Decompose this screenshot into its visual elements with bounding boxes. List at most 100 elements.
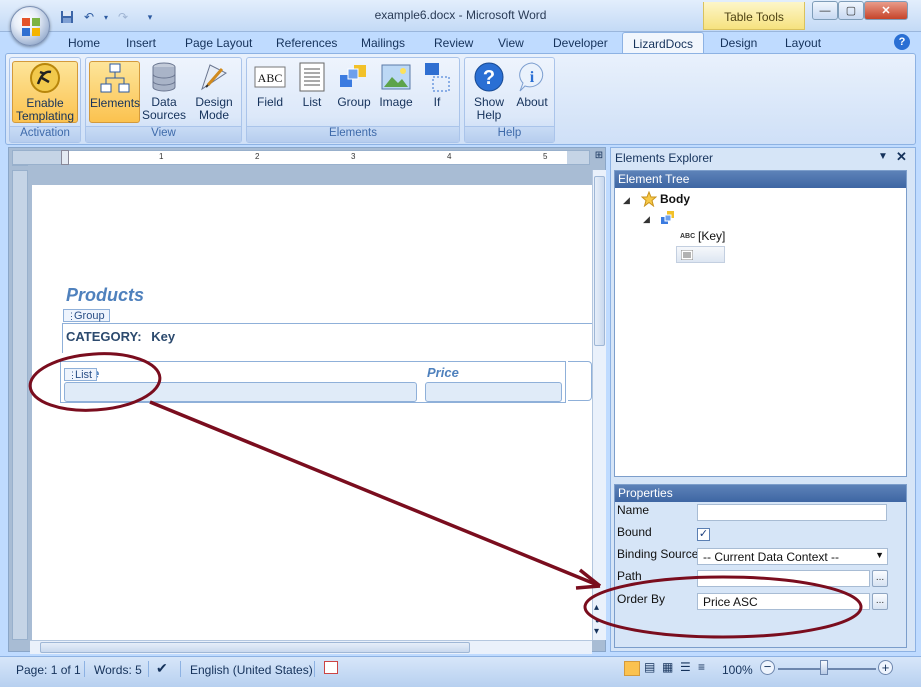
- document-page[interactable]: Products Group CATEGORY: Key e Price Lis…: [32, 185, 594, 640]
- print-layout-icon[interactable]: [624, 661, 640, 676]
- price-column-header: Price: [427, 365, 459, 380]
- group-label-view: View: [86, 126, 241, 142]
- if-icon: [421, 61, 453, 93]
- proofing-icon[interactable]: ✔: [156, 660, 168, 677]
- tab-page-layout[interactable]: Page Layout: [185, 36, 252, 50]
- tab-review[interactable]: Review: [434, 36, 473, 50]
- tab-view[interactable]: View: [498, 36, 524, 50]
- price-field-placeholder[interactable]: [425, 382, 562, 402]
- panel-title-bar: Elements Explorer ▼ ✕: [612, 149, 914, 167]
- tab-references[interactable]: References: [276, 36, 337, 50]
- ruler-number: 1: [159, 152, 164, 161]
- enable-templating-line2: Templating: [15, 109, 75, 123]
- order-by-browse-button[interactable]: ...: [872, 593, 888, 610]
- prev-page-icon[interactable]: ▴: [594, 602, 599, 613]
- path-browse-button[interactable]: ...: [872, 570, 888, 587]
- indent-marker[interactable]: [61, 150, 69, 165]
- image-icon: [380, 61, 412, 93]
- language[interactable]: English (United States): [190, 663, 313, 677]
- tab-developer[interactable]: Developer: [553, 36, 608, 50]
- tree-node-body[interactable]: Body: [660, 192, 690, 206]
- ruler-number: 3: [351, 152, 356, 161]
- vertical-ruler[interactable]: [12, 170, 28, 640]
- tree-node-key[interactable]: [Key]: [698, 229, 725, 243]
- group-label-elements: Elements: [247, 126, 459, 142]
- minimize-button[interactable]: —: [812, 1, 838, 20]
- right-margin: [567, 151, 589, 164]
- binding-source-select[interactable]: -- Current Data Context -- ▼: [697, 548, 888, 565]
- field-abc-icon: ABC: [254, 61, 286, 93]
- tab-mailings[interactable]: Mailings: [361, 36, 405, 50]
- status-bar: Page: 1 of 1 Words: 5 ✔ English (United …: [0, 656, 921, 687]
- close-button[interactable]: ✕: [864, 1, 908, 20]
- horizontal-ruler[interactable]: 1 2 3 4 5: [12, 150, 590, 165]
- group-elements: ABC Field List Group Image If Elements: [246, 57, 460, 143]
- expand-group-icon[interactable]: ◢: [643, 214, 650, 225]
- group-help: ? Show Help i About Help: [464, 57, 555, 143]
- show-help-line2: Help: [476, 108, 502, 122]
- full-screen-icon[interactable]: ▤: [644, 660, 655, 674]
- list-tag[interactable]: List: [64, 368, 98, 381]
- view-ruler-icon[interactable]: ⊞: [592, 150, 606, 166]
- panel-title: Elements Explorer: [615, 151, 714, 165]
- panel-close-icon[interactable]: ✕: [896, 149, 907, 165]
- if-button[interactable]: If: [418, 61, 456, 123]
- tab-home[interactable]: Home: [68, 36, 100, 50]
- field-label: Field: [256, 95, 283, 109]
- list-button[interactable]: List: [292, 61, 332, 123]
- lizard-icon: [29, 62, 61, 94]
- order-by-input[interactable]: Price ASC: [697, 593, 870, 610]
- tab-design[interactable]: Design: [720, 36, 757, 50]
- scroll-thumb[interactable]: [594, 176, 605, 346]
- vertical-scrollbar[interactable]: ▴ ● ▾: [592, 170, 606, 640]
- web-layout-icon[interactable]: ▦: [662, 660, 673, 674]
- name-field-placeholder[interactable]: [64, 382, 417, 402]
- help-icon[interactable]: ?: [894, 34, 910, 50]
- page-count[interactable]: Page: 1 of 1: [16, 663, 81, 677]
- draft-icon[interactable]: ≡: [698, 660, 705, 674]
- browse-object-icon[interactable]: ●: [595, 616, 600, 625]
- data-sources-button[interactable]: Data Sources: [142, 61, 186, 123]
- word-count[interactable]: Words: 5: [94, 663, 142, 677]
- category-line: CATEGORY: Key: [66, 329, 175, 344]
- maximize-button[interactable]: ▢: [838, 1, 864, 20]
- ribbon: Enable Templating Activation Elements Da…: [5, 53, 916, 145]
- macro-record-icon[interactable]: [324, 661, 338, 674]
- group-button[interactable]: Group: [334, 61, 374, 123]
- path-input[interactable]: [697, 570, 870, 587]
- group-tag[interactable]: Group: [63, 309, 110, 322]
- tab-layout[interactable]: Layout: [785, 36, 821, 50]
- outline-icon[interactable]: ☰: [680, 660, 691, 674]
- enable-templating-button[interactable]: Enable Templating: [12, 61, 78, 123]
- field-button[interactable]: ABC Field: [250, 61, 290, 123]
- ribbon-tabs: Home Insert Page Layout References Maili…: [0, 32, 921, 55]
- expand-body-icon[interactable]: ◢: [623, 195, 630, 206]
- database-icon: [148, 61, 180, 93]
- list-icon: [296, 61, 328, 93]
- elements-tree-icon: [99, 62, 131, 94]
- list-label: List: [302, 95, 322, 109]
- tab-lizarddocs[interactable]: LizardDocs: [622, 32, 705, 55]
- next-page-icon[interactable]: ▾: [594, 626, 599, 637]
- design-mode-button[interactable]: Design Mode: [190, 61, 238, 123]
- if-label: If: [433, 95, 441, 109]
- about-button[interactable]: i About: [511, 61, 553, 123]
- horizontal-scrollbar[interactable]: [30, 640, 592, 654]
- tree-node-list[interactable]: [676, 246, 725, 263]
- name-input[interactable]: [697, 504, 887, 521]
- elements-button[interactable]: Elements: [89, 61, 140, 123]
- tab-insert[interactable]: Insert: [126, 36, 156, 50]
- zoom-slider[interactable]: [820, 660, 828, 675]
- path-label: Path: [617, 569, 642, 583]
- zoom-in-icon[interactable]: +: [878, 660, 893, 675]
- bound-checkbox[interactable]: ✓: [697, 528, 710, 541]
- office-button[interactable]: [10, 6, 50, 46]
- hscroll-thumb[interactable]: [40, 642, 470, 653]
- zoom-level[interactable]: 100%: [722, 663, 753, 677]
- show-help-button[interactable]: ? Show Help: [468, 61, 510, 123]
- tree-group-icon[interactable]: [661, 211, 675, 228]
- image-button[interactable]: Image: [376, 61, 416, 123]
- panel-dropdown-icon[interactable]: ▼: [878, 151, 888, 162]
- zoom-out-icon[interactable]: −: [760, 660, 775, 675]
- binding-source-value: -- Current Data Context --: [703, 550, 840, 564]
